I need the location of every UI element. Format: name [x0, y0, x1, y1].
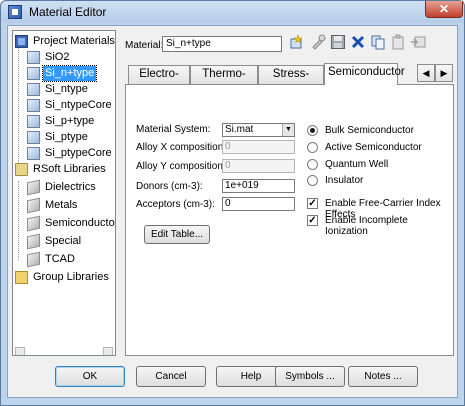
paste-icon[interactable] — [390, 34, 406, 50]
title-bar[interactable]: Material Editor ✕ — [1, 1, 464, 23]
library-icon — [27, 215, 40, 232]
material-icon — [27, 99, 40, 112]
donors-input[interactable]: 1e+019 — [222, 179, 295, 193]
library-icon — [27, 179, 40, 196]
import-icon[interactable] — [410, 34, 426, 50]
material-editor-window: Material Editor ✕ Project Materials SiO2… — [0, 0, 465, 406]
window-title: Material Editor — [29, 5, 107, 19]
delete-icon[interactable] — [350, 34, 366, 50]
close-button[interactable]: ✕ — [425, 1, 463, 18]
material-icon — [27, 115, 40, 128]
library-icon — [27, 197, 40, 214]
chevron-down-icon[interactable]: ▼ — [282, 124, 294, 136]
alloy-x-input[interactable]: 0 — [222, 140, 295, 154]
material-name-input[interactable]: Si_n+type — [162, 36, 282, 52]
project-icon — [15, 35, 28, 48]
material-tree[interactable]: Project Materials SiO2 Si_n+type Si_ntyp… — [12, 30, 116, 356]
material-label: Material: — [125, 40, 164, 51]
notes-button[interactable]: Notes ... — [348, 366, 418, 387]
tree-connector — [18, 181, 19, 261]
ok-button[interactable]: OK — [55, 366, 125, 387]
material-icon — [27, 131, 40, 144]
semiconductor-panel: Material System: Si.mat ▼ Alloy X compos… — [125, 84, 454, 356]
material-icon — [27, 147, 40, 160]
save-icon[interactable] — [330, 34, 346, 50]
bulk-semiconductor-label: Bulk Semiconductor — [325, 125, 414, 136]
tools-icon[interactable] — [310, 34, 326, 50]
quantum-well-label: Quantum Well — [325, 159, 389, 170]
dialog-client-area: Project Materials SiO2 Si_n+type Si_ntyp… — [7, 25, 458, 398]
material-system-label: Material System: — [136, 124, 211, 135]
material-icon — [27, 51, 40, 64]
material-icon — [27, 67, 40, 80]
tab-thermo-optic[interactable]: Thermo-Optic — [190, 65, 258, 97]
insulator-label: Insulator — [325, 175, 364, 186]
cancel-button[interactable]: Cancel — [136, 366, 206, 387]
new-material-icon[interactable] — [289, 34, 305, 50]
tab-stress-optic[interactable]: Stress-Optic — [258, 65, 324, 97]
scroll-left-button[interactable] — [15, 347, 25, 355]
material-icon — [27, 83, 40, 96]
active-semiconductor-label: Active Semiconductor — [325, 142, 422, 153]
tab-semiconductor[interactable]: Semiconductor — [324, 63, 405, 85]
acceptors-label: Acceptors (cm-3): — [136, 199, 215, 210]
checkbox-free-carrier[interactable]: ✓ — [307, 198, 318, 209]
alloy-x-label: Alloy X composition: — [136, 142, 227, 153]
scroll-right-button[interactable] — [103, 347, 113, 355]
copy-icon[interactable] — [370, 34, 386, 50]
alloy-y-label: Alloy Y composition: — [136, 161, 226, 172]
checkbox-incomplete-ionization[interactable]: ✓ — [307, 215, 318, 226]
acceptors-input[interactable]: 0 — [222, 197, 295, 211]
tab-scroll-right-button[interactable]: ▶ — [435, 64, 453, 82]
donors-label: Donors (cm-3): — [136, 181, 203, 192]
library-icon — [27, 251, 40, 268]
tree-connector — [18, 47, 19, 165]
incomplete-ionization-label: Enable Incomplete Ionization — [325, 215, 408, 237]
edit-table-button[interactable]: Edit Table... — [144, 225, 210, 244]
app-icon — [8, 5, 22, 19]
tab-scroll-left-button[interactable]: ◀ — [417, 64, 435, 82]
radio-insulator[interactable] — [307, 175, 318, 186]
folder-icon — [15, 163, 28, 176]
material-system-select[interactable]: Si.mat ▼ — [222, 123, 295, 137]
radio-quantum-well[interactable] — [307, 159, 318, 170]
alloy-y-input[interactable]: 0 — [222, 159, 295, 173]
radio-bulk-semiconductor[interactable] — [307, 125, 318, 136]
tab-electro-optic[interactable]: Electro-Optic — [128, 65, 190, 97]
folder-open-icon — [15, 271, 28, 284]
library-icon — [27, 233, 40, 250]
radio-active-semiconductor[interactable] — [307, 142, 318, 153]
symbols-button[interactable]: Symbols ... — [275, 366, 345, 387]
